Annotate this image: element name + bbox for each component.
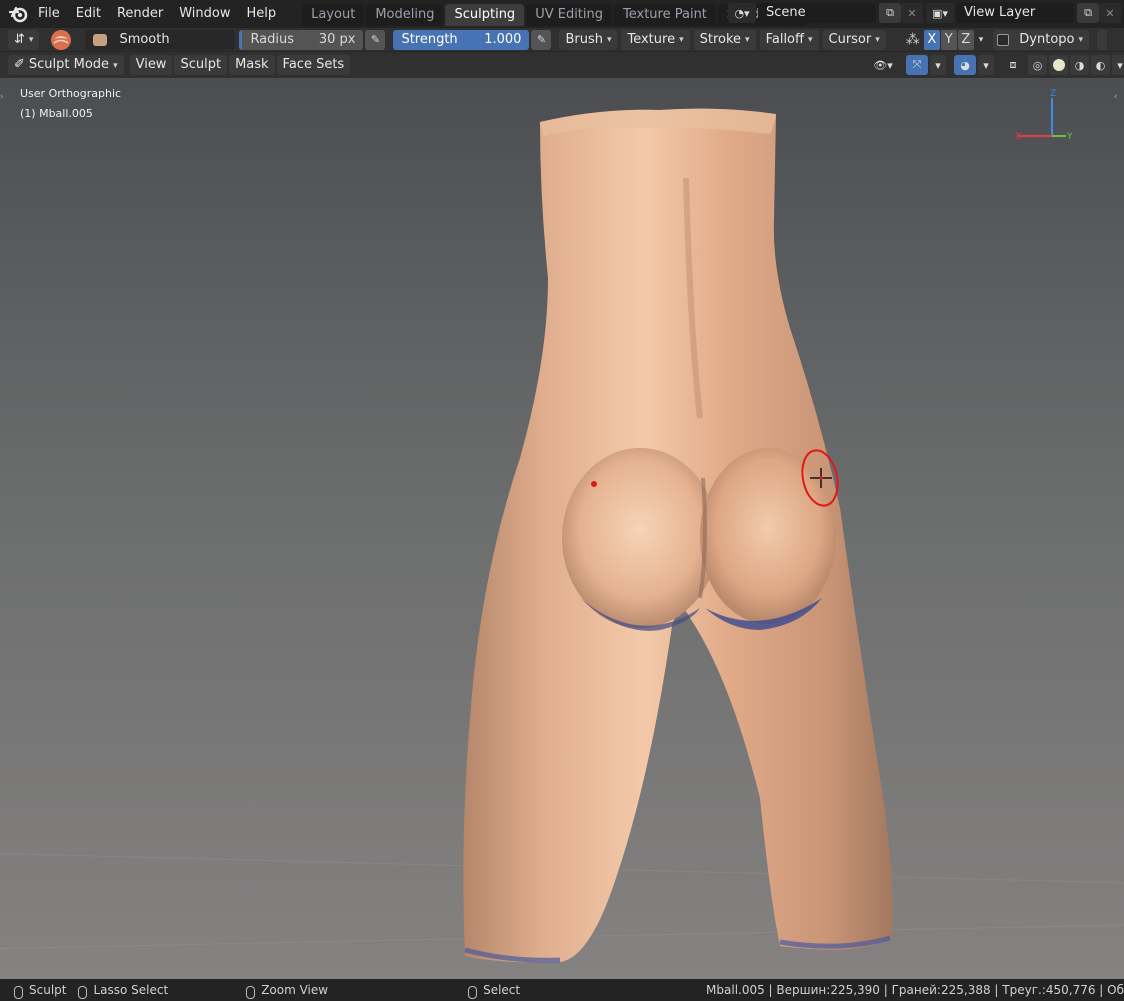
stroke-dropdown-label: Stroke (699, 31, 742, 47)
close-view-layer-icon[interactable]: ✕ (1099, 3, 1121, 23)
radius-label: Radius (250, 31, 295, 47)
tab-layout[interactable]: Layout (302, 4, 365, 26)
cursor-dropdown[interactable]: Cursor ▾ (822, 29, 886, 50)
view-layer-selector: ▣▾ View Layer ⧉ ✕ (926, 3, 1121, 23)
symmetry-z-toggle[interactable]: Z (957, 29, 974, 50)
tab-modeling[interactable]: Modeling (366, 4, 444, 26)
right-mouse-icon (468, 985, 478, 999)
menu-help[interactable]: Help (239, 0, 285, 28)
status-sculpt: Sculpt (29, 983, 67, 997)
sculpt-menu[interactable]: Sculpt (174, 55, 228, 75)
menu-edit[interactable]: Edit (68, 0, 109, 28)
new-view-layer-icon[interactable]: ⧉ (1077, 3, 1099, 23)
radius-value: 30 px (318, 31, 356, 47)
xray-toggle-icon[interactable]: ⧈ (1002, 55, 1024, 75)
tool-settings-bar: ⇵ ▾ Smooth Radius 30 px ✎ Strength 1.000 … (0, 28, 1124, 52)
gizmo-options-chevron-icon[interactable]: ▾ (930, 55, 946, 75)
sculpt-pivot-dot (591, 481, 597, 487)
menu-window[interactable]: Window (171, 0, 238, 28)
shading-options-chevron-icon[interactable]: ▾ (1112, 55, 1124, 75)
view-menu[interactable]: View (129, 55, 173, 75)
status-bar: Sculpt Lasso Select Zoom View Select Mba… (0, 979, 1124, 1001)
symmetry-y-toggle[interactable]: Y (940, 29, 957, 50)
view-layer-field[interactable]: View Layer (956, 3, 1074, 23)
radius-slider[interactable]: Radius 30 px (239, 29, 364, 50)
strength-pressure-icon[interactable]: ✎ (531, 29, 552, 50)
brush-cursor-circle (801, 449, 839, 507)
symmetry-options-chevron-icon[interactable]: ▾ (979, 35, 984, 45)
mode-dropdown[interactable]: ✐ Sculpt Mode ▾ (8, 55, 124, 75)
mask-menu[interactable]: Mask (229, 55, 275, 75)
material-shading-icon[interactable]: ◑ (1070, 55, 1089, 75)
menu-render[interactable]: Render (109, 0, 171, 28)
middle-mouse-icon (78, 985, 88, 999)
status-zoom-view: Zoom View (261, 983, 329, 997)
left-mouse-icon (14, 985, 23, 999)
brush-dropdown-label: Brush (565, 31, 603, 47)
stroke-dropdown[interactable]: Stroke ▾ (693, 29, 756, 50)
overlay-options-chevron-icon[interactable]: ▾ (978, 55, 994, 75)
scroll-mouse-icon (246, 985, 256, 999)
tool-type-dropdown[interactable]: ⇵ ▾ (8, 29, 40, 50)
sculpt-mesh[interactable] (0, 78, 1124, 979)
brush-name: Smooth (119, 31, 170, 47)
scene-name-field[interactable]: Scene (758, 3, 876, 23)
viewport-header: ✐ Sculpt Mode ▾ View Sculpt Mask Face Sets… (0, 52, 1124, 78)
rendered-shading-icon[interactable]: ◐ (1091, 55, 1110, 75)
texture-dropdown[interactable]: Texture ▾ (621, 29, 690, 50)
gizmo-toggle-icon[interactable]: ⤧ (906, 55, 928, 75)
sculpt-brush-icon: ✐ (14, 57, 25, 72)
brush-name-field[interactable]: Smooth (85, 29, 236, 50)
strength-slider[interactable]: Strength 1.000 (393, 29, 530, 50)
brush-dropdown[interactable]: Brush ▾ (559, 29, 618, 50)
close-scene-icon[interactable]: ✕ (901, 3, 923, 23)
brush-preview-icon[interactable] (49, 29, 73, 51)
brush-thumbnail-icon (93, 33, 108, 46)
dyntopo-label: Dyntopo (1019, 31, 1075, 47)
symmetry-icon[interactable]: ⁂ (906, 32, 920, 48)
solid-shading-icon[interactable] (1049, 55, 1068, 75)
wireframe-shading-icon[interactable]: ◎ (1028, 55, 1047, 75)
texture-dropdown-label: Texture (627, 31, 676, 47)
radius-pressure-icon[interactable]: ✎ (365, 29, 386, 50)
scene-icon[interactable]: ◔▾ (728, 3, 756, 23)
menu-file[interactable]: File (30, 0, 68, 28)
face-sets-menu[interactable]: Face Sets (276, 55, 351, 75)
tab-sculpting[interactable]: Sculpting (445, 4, 525, 26)
dyntopo-checkbox[interactable] (997, 33, 1010, 46)
tab-uv-editing[interactable]: UV Editing (526, 4, 613, 26)
top-menu-bar: File Edit Render Window Help Layout Mode… (0, 0, 1124, 28)
status-lasso-select: Lasso Select (93, 983, 169, 997)
dyntopo-dropdown[interactable]: Dyntopo ▾ (993, 29, 1090, 50)
blender-logo-icon[interactable] (8, 3, 30, 25)
cursor-dropdown-label: Cursor (828, 31, 872, 47)
scene-selector: ◔▾ Scene ⧉ ✕ (728, 3, 923, 23)
viewport-shading-controls: 👁▾ ⤧ ▾ ◕ ▾ ⧈ ◎ ◑ ◐ ▾ (866, 55, 1124, 75)
overlay-toggle-icon[interactable]: ◕ (954, 55, 976, 75)
visibility-eye-icon[interactable]: 👁▾ (866, 55, 900, 75)
3d-viewport[interactable]: › ‹ User Orthographic (1) Mball.005 Z X … (0, 78, 1124, 979)
mode-label: Sculpt Mode (28, 57, 110, 72)
symmetry-x-toggle[interactable]: X (923, 29, 940, 50)
falloff-dropdown-label: Falloff (765, 31, 804, 47)
remesh-dropdown-cut[interactable] (1097, 29, 1108, 50)
scene-statistics: Mball.005 | Вершин:225,390 | Граней:225,… (706, 983, 1124, 997)
view-layer-icon[interactable]: ▣▾ (926, 3, 954, 23)
strength-value: 1.000 (484, 31, 522, 47)
falloff-dropdown[interactable]: Falloff ▾ (759, 29, 819, 50)
tab-texture-paint[interactable]: Texture Paint (614, 4, 716, 26)
new-scene-icon[interactable]: ⧉ (879, 3, 901, 23)
strength-label: Strength (401, 31, 458, 47)
status-select: Select (483, 983, 521, 997)
